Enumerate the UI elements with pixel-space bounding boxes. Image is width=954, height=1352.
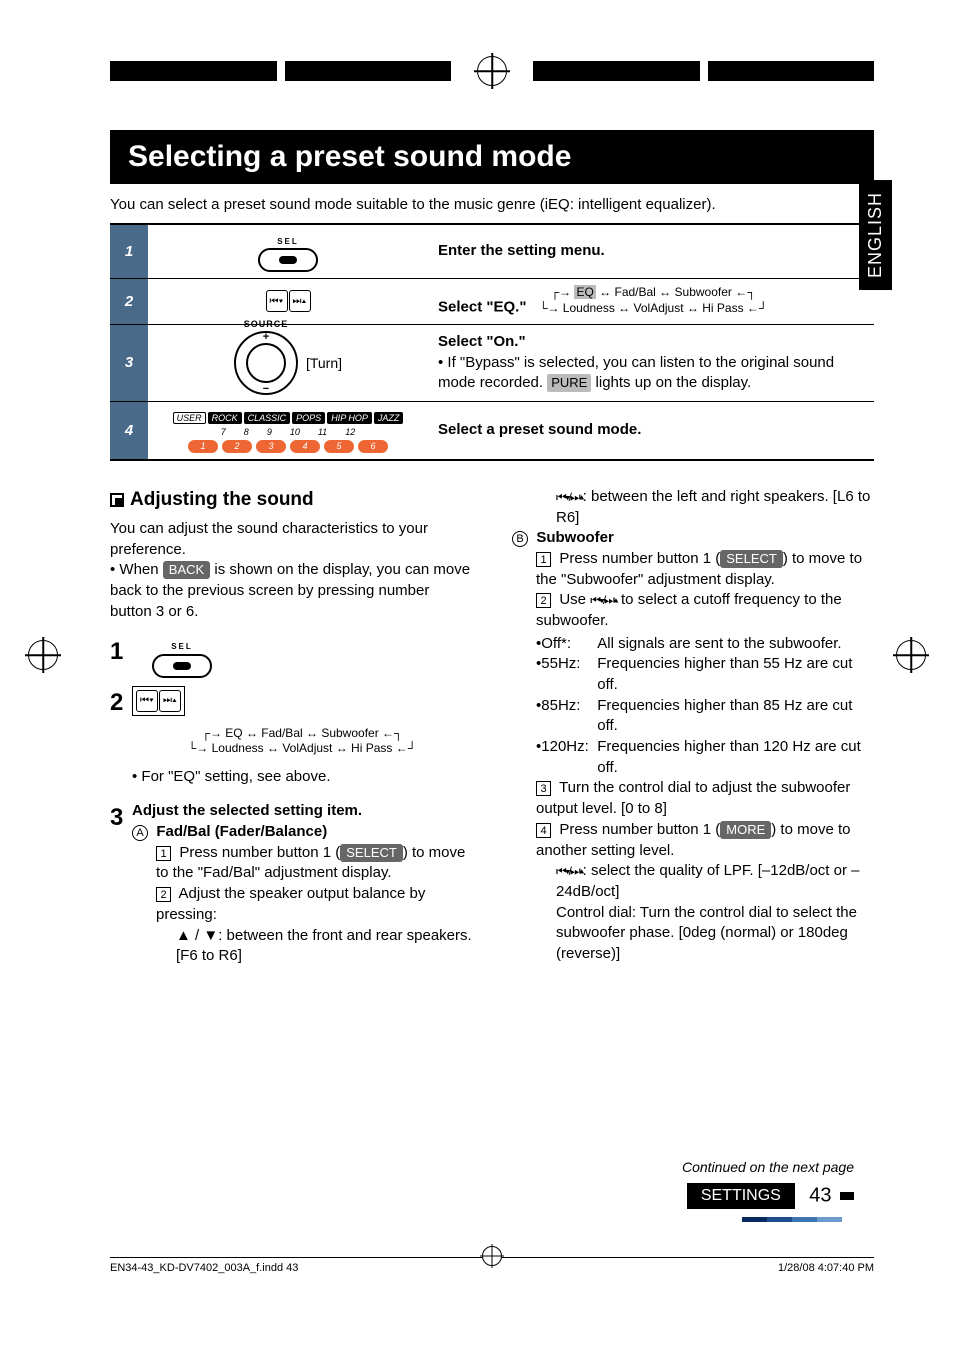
subsection-a: A Fad/Bal (Fader/Balance) — [132, 822, 472, 843]
boxed-4-icon: 4 — [536, 823, 551, 838]
step-number: 3 — [110, 801, 132, 967]
crop-box — [533, 61, 700, 81]
body-text: • When BACK is shown on the display, you… — [110, 560, 472, 622]
page-number: 43 — [809, 1185, 831, 1207]
sel-button-icon — [258, 248, 318, 272]
step-desc: Enter the setting menu. — [428, 224, 874, 279]
footer-file: EN34-43_KD-DV7402_003A_f.indd 43 — [110, 1262, 298, 1274]
body-text: 2 Use ⏮▾/⏭▴ to select a cutoff frequency… — [536, 590, 874, 631]
step-image: SEL — [132, 635, 472, 678]
body-text: • For "EQ" setting, see above. — [132, 767, 472, 788]
subsection-b: B Subwoofer — [512, 528, 874, 549]
subsection-heading: Adjusting the sound — [110, 487, 472, 513]
boxed-3-icon: 3 — [536, 781, 551, 796]
step-title: Adjust the selected setting item. — [132, 801, 472, 822]
left-right-buttons-icon: ⏮▾/⏭▴ — [556, 864, 583, 878]
step-number: 2 — [110, 686, 132, 788]
left-right-buttons-icon: ⏮▾/⏭▴ — [590, 593, 617, 607]
boxed-1-icon: 1 — [156, 846, 171, 861]
page-title: Selecting a preset sound mode — [110, 130, 874, 184]
sel-button-icon — [152, 654, 212, 678]
registration-mark-icon — [482, 1246, 502, 1266]
square-bullet-icon — [110, 493, 124, 507]
body-text: You can adjust the sound characteristics… — [110, 519, 472, 560]
step-number: 2 — [110, 279, 148, 325]
step-number: 4 — [110, 401, 148, 460]
circled-a-icon: A — [132, 825, 148, 841]
boxed-2-icon: 2 — [156, 887, 171, 902]
steps-table: 1 SEL Enter the setting menu. 2 ⏮▾ ⏭▴ — [110, 223, 874, 461]
crop-box — [110, 61, 277, 81]
crop-box — [285, 61, 452, 81]
back-badge-icon: BACK — [163, 561, 210, 579]
bar-icon — [840, 1192, 854, 1200]
step-image: USER ROCK CLASSIC POPS HIP HOP JAZZ 7 8 … — [148, 401, 428, 460]
boxed-2-icon: 2 — [536, 593, 551, 608]
continued-text: Continued on the next page — [682, 1159, 854, 1175]
step-desc: Select a preset sound mode. — [428, 401, 874, 460]
more-badge-icon: MORE — [720, 821, 771, 839]
cutoff-freq-table: • Off*:All signals are sent to the subwo… — [536, 634, 874, 779]
body-text: 3 Turn the control dial to adjust the su… — [536, 778, 874, 819]
body-text: ⏮▾/⏭▴: select the quality of LPF. [–12dB… — [556, 861, 874, 902]
pure-indicator-icon: PURE — [547, 374, 591, 392]
body-text: 1 Press number button 1 (SELECT) to move… — [536, 549, 874, 590]
left-column: Adjusting the sound You can adjust the s… — [110, 487, 472, 975]
left-right-buttons-icon: ⏮▾/⏭▴ — [556, 490, 583, 504]
circled-b-icon: B — [512, 531, 528, 547]
language-tab: ENGLISH — [859, 180, 892, 290]
boxed-1-icon: 1 — [536, 552, 551, 567]
footer-timestamp: 1/28/08 4:07:40 PM — [778, 1262, 874, 1274]
preset-tags: USER ROCK CLASSIC POPS HIP HOP JAZZ — [173, 412, 404, 424]
menu-flow-diagram: ┌→ EQ ↔ Fad/Bal ↔ Subwoofer ←┐ └→ Loudne… — [132, 726, 472, 757]
imposition-footer: EN34-43_KD-DV7402_003A_f.indd 43 1/28/08… — [110, 1257, 874, 1274]
body-text: 1 Press number button 1 (SELECT) to move… — [156, 843, 472, 884]
number-buttons: 1 2 3 4 5 6 — [188, 440, 388, 453]
next-button-icon: ⏭▴ — [289, 290, 311, 312]
sel-label: SEL — [258, 237, 318, 246]
step-desc: Select "On." • If "Bypass" is selected, … — [428, 324, 874, 401]
step-image: SEL — [148, 224, 428, 279]
arrow-buttons-icon: ⏮▾ ⏭▴ — [132, 686, 185, 716]
body-text: ⏮▾/⏭▴: between the left and right speake… — [556, 487, 874, 528]
intro-text: You can select a preset sound mode suita… — [110, 196, 874, 213]
step-image: SOURCE + − [Turn] — [148, 324, 428, 401]
step-number: 1 — [110, 635, 132, 678]
body-text: 4 Press number button 1 (MORE) to move t… — [536, 820, 874, 861]
page-footer: Continued on the next page SETTINGS 43 — [682, 1159, 854, 1222]
step-image: ⏮▾ ⏭▴ — [148, 279, 428, 325]
section-badge: SETTINGS — [687, 1183, 795, 1209]
registration-mark-icon — [896, 640, 926, 670]
preset-upper-nums: 7 8 9 10 11 12 — [221, 427, 355, 437]
crop-marks — [0, 56, 954, 86]
registration-mark-icon — [477, 56, 507, 86]
body-text: ▲ / ▼: between the front and rear speake… — [176, 926, 472, 967]
control-dial-icon: SOURCE + − — [234, 331, 298, 395]
step-number: 1 — [110, 224, 148, 279]
prev-button-icon: ⏮▾ — [266, 290, 288, 312]
crop-box — [708, 61, 875, 81]
step-number: 3 — [110, 324, 148, 401]
menu-flow-diagram: ┌→ EQ ↔ Fad/Bal ↔ Subwoofer ←┐ └→ Loudne… — [539, 285, 767, 316]
body-text: Control dial: Turn the control dial to s… — [556, 903, 874, 965]
color-bar-icon — [742, 1217, 842, 1222]
select-badge-icon: SELECT — [340, 844, 403, 862]
select-badge-icon: SELECT — [720, 550, 783, 568]
turn-label: [Turn] — [306, 355, 342, 371]
registration-mark-icon — [28, 640, 58, 670]
right-column: ⏮▾/⏭▴: between the left and right speake… — [512, 487, 874, 975]
body-text: 2 Adjust the speaker output balance by p… — [156, 884, 472, 925]
step-desc: Select "EQ." ┌→ EQ ↔ Fad/Bal ↔ Subwoofer… — [428, 279, 874, 325]
